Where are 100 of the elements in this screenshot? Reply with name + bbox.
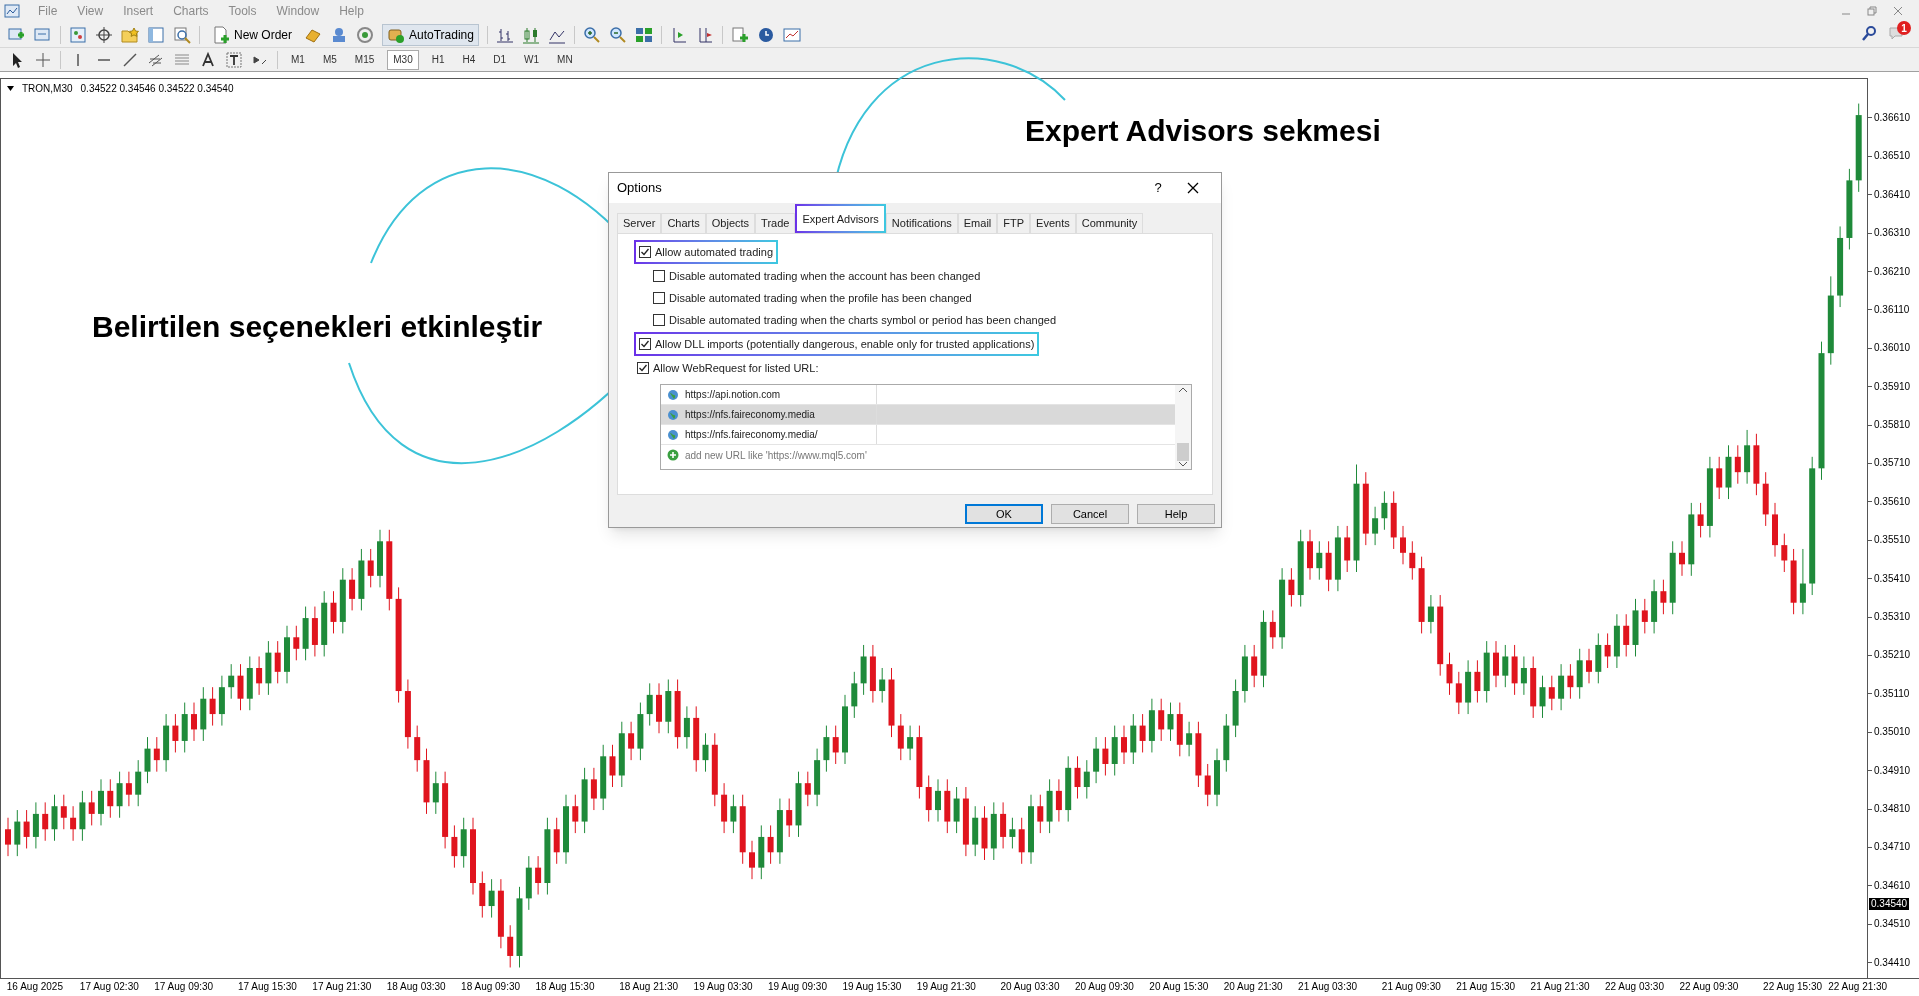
url-row[interactable]: https://nfs.faireconomy.media/ [661, 425, 1175, 445]
time-label: 19 Aug 21:30 [916, 981, 976, 993]
tab[interactable]: Server [617, 213, 662, 233]
tab[interactable]: Community [1075, 213, 1144, 233]
dialog-button[interactable]: Help [1137, 504, 1215, 524]
text-label-icon[interactable] [225, 50, 243, 69]
timeframe-button[interactable]: W1 [519, 49, 545, 70]
new-order-button[interactable]: New Order [208, 23, 296, 46]
plus-circle-icon[interactable] [667, 449, 679, 461]
globe-icon[interactable] [667, 428, 679, 441]
candlestick [1204, 763, 1211, 807]
time-label: 19 Aug 15:30 [842, 981, 902, 993]
checkbox[interactable] [637, 362, 649, 374]
zoom-in-icon[interactable] [582, 25, 601, 44]
timeframe-button[interactable]: M15 [349, 49, 380, 70]
time-label: 18 Aug 15:30 [535, 981, 595, 993]
tab[interactable]: FTP [997, 213, 1031, 233]
dropdown-triangle-icon[interactable] [7, 86, 14, 91]
candlestick [191, 702, 197, 742]
candlestick [1316, 540, 1323, 581]
checkbox-option[interactable]: Disable automated trading when the account has been changed [650, 266, 984, 286]
timeframe-button[interactable]: H4 [457, 49, 481, 70]
tab[interactable]: Email [957, 213, 998, 233]
checkbox-option[interactable]: Allow WebRequest for listed URL: [634, 358, 822, 378]
checkbox-option[interactable]: Disable automated trading when the charts symbol or period has been changed [650, 310, 1060, 330]
scroll-up-icon[interactable] [1178, 387, 1188, 393]
price-label: 0.35710 [1874, 457, 1911, 470]
timeframe-button[interactable]: M5 [317, 49, 342, 70]
dialog-button[interactable]: Cancel [1051, 504, 1129, 524]
candlestick [1409, 540, 1416, 581]
scrollbar[interactable] [1175, 385, 1191, 469]
candlestick [572, 794, 579, 834]
time-label: 22 Aug 09:30 [1679, 981, 1739, 993]
autotrading-button[interactable]: AutoTrading [382, 23, 479, 46]
checkbox[interactable] [653, 270, 665, 282]
candlestick [125, 771, 132, 807]
price-label: 0.36210 [1874, 265, 1911, 278]
candlestick [609, 744, 616, 788]
scroll-down-icon[interactable] [1178, 461, 1188, 467]
trendline-icon[interactable] [121, 50, 139, 69]
timeframe-button[interactable]: M1 [286, 49, 310, 70]
zoom-out-icon[interactable] [608, 25, 627, 44]
checkbox[interactable] [639, 338, 651, 350]
time-label: 19 Aug 03:30 [693, 981, 753, 993]
tab[interactable]: Trade [755, 213, 796, 233]
candlestick [1781, 533, 1788, 573]
candlestick [1009, 817, 1016, 849]
candlestick [107, 778, 114, 819]
candlestick [1520, 655, 1527, 696]
candlestick [1158, 698, 1165, 742]
checkbox[interactable] [639, 246, 651, 258]
text-icon[interactable] [199, 50, 217, 69]
timeframe-button[interactable]: MN [552, 49, 578, 70]
candlestick [1799, 548, 1806, 615]
candlestick [786, 798, 793, 838]
search-icon[interactable] [1861, 25, 1877, 41]
tab[interactable]: Events [1030, 213, 1076, 233]
candlestick [535, 855, 542, 896]
dialog-button[interactable]: OK [965, 504, 1043, 524]
time-label: 21 Aug 09:30 [1381, 981, 1441, 993]
timeframe-button[interactable]: D1 [488, 49, 512, 70]
tab[interactable]: Objects [705, 213, 756, 233]
time-label: 17 Aug 09:30 [154, 981, 214, 993]
scroll-thumb[interactable] [1177, 443, 1189, 461]
tab[interactable]: Notifications [885, 213, 958, 233]
timeframe-button[interactable]: M30 [387, 49, 419, 70]
help-button[interactable]: ? [1143, 176, 1173, 200]
time-label: 20 Aug 21:30 [1223, 981, 1283, 993]
candlestick [1660, 579, 1667, 615]
time-label: 22 Aug 03:30 [1605, 981, 1664, 993]
app-icon [4, 3, 20, 19]
candlestick [1074, 755, 1081, 800]
candlestick [832, 725, 839, 765]
tile-windows-icon[interactable] [634, 25, 653, 44]
checkbox-option[interactable]: Disable automated trading when the profile has been changed [650, 288, 975, 308]
candlestick [116, 771, 123, 819]
candlestick [274, 640, 281, 684]
time-label: 20 Aug 03:30 [1000, 981, 1060, 993]
price-label: 0.35210 [1874, 649, 1911, 662]
close-icon[interactable] [1187, 182, 1199, 194]
document-plus-icon[interactable] [212, 25, 230, 44]
globe-icon[interactable] [667, 388, 679, 401]
checkbox-option[interactable]: Allow automated trading [636, 242, 776, 262]
candlestick [925, 775, 932, 823]
url-row[interactable]: https://nfs.faireconomy.media [661, 405, 1175, 425]
candles-icon[interactable] [521, 25, 540, 44]
checkbox[interactable] [653, 314, 665, 326]
folder-star-icon[interactable] [121, 25, 139, 44]
chart-symbol: TRON,M30 [22, 82, 73, 96]
globe-icon[interactable] [667, 408, 679, 421]
candlestick [1037, 794, 1044, 834]
url-row[interactable]: https://api.notion.com [661, 385, 1175, 405]
checkbox-option[interactable]: Allow DLL imports (potentially dangerous, enable only for trusted applications) [636, 334, 1038, 354]
timeframe-button[interactable]: H1 [426, 49, 450, 70]
time-label: 20 Aug 09:30 [1074, 981, 1134, 993]
checkbox[interactable] [653, 292, 665, 304]
price-label: 0.35910 [1874, 380, 1911, 393]
clock-icon[interactable] [756, 25, 775, 44]
crosshair-icon[interactable] [95, 25, 113, 44]
tab[interactable]: Charts [661, 213, 706, 233]
